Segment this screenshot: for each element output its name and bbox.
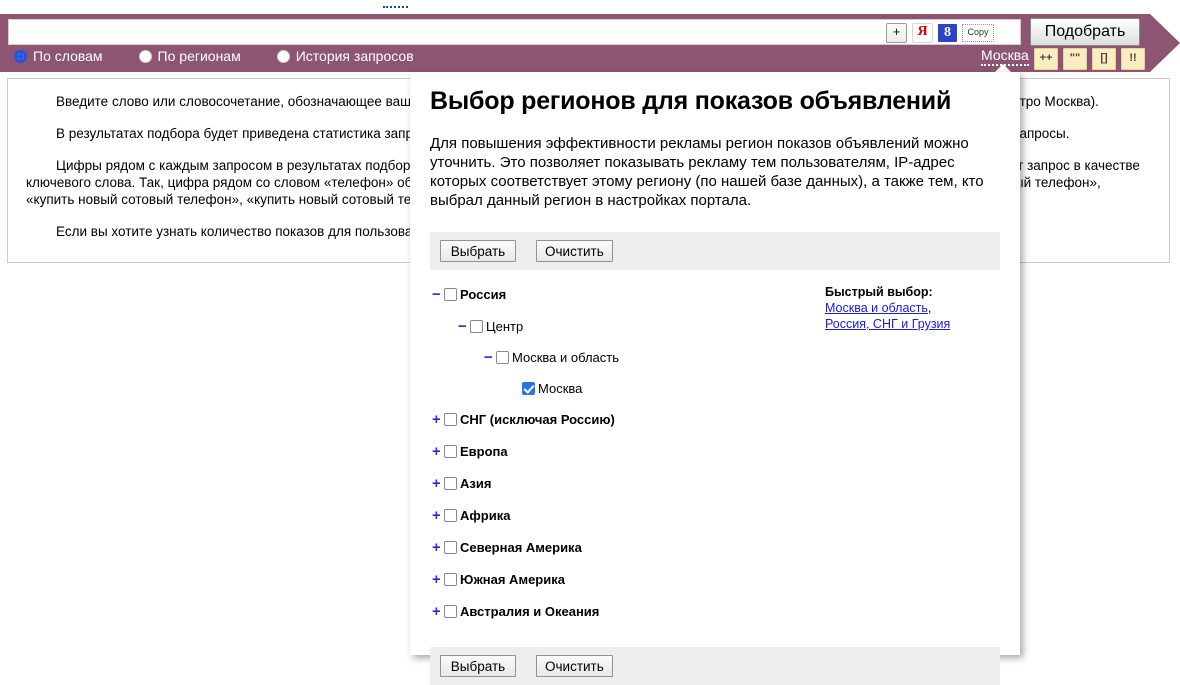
expand-toggle-icon[interactable]: +: [432, 572, 444, 587]
radio-icon[interactable]: [276, 49, 290, 63]
header-bar-arrow: [1150, 14, 1180, 72]
quick-select-line-2: Россия, СНГ и Грузия: [825, 316, 1015, 332]
tree-node-asia[interactable]: + Азия: [430, 473, 1000, 494]
dialog-title: Выбор регионов для показов объявлений: [430, 87, 952, 115]
tree-node-label: Центр: [486, 319, 524, 334]
clear-button-bottom[interactable]: Очистить: [536, 655, 613, 677]
radio-option-by-words[interactable]: По словам: [14, 48, 103, 64]
dialog-action-bar-bottom: Выбрать Очистить: [430, 647, 1000, 685]
radio-option-by-regions[interactable]: По регионам: [138, 48, 241, 64]
select-button-bottom[interactable]: Выбрать: [440, 655, 516, 677]
google-icon[interactable]: 8: [938, 24, 957, 42]
radio-icon-selected[interactable]: [14, 49, 27, 63]
tree-node-label: Москва и область: [512, 350, 620, 365]
brackets-operator-button[interactable]: []: [1092, 48, 1116, 70]
tree-node-label: Северная Америка: [460, 540, 582, 555]
radio-option-query-history[interactable]: История запросов: [276, 48, 414, 64]
search-mode-radio-group: По словам По регионам История запросов: [14, 48, 414, 64]
checkbox[interactable]: [444, 413, 457, 426]
query-operators-group: ++ "" [] !!: [1034, 48, 1145, 70]
checkbox[interactable]: [444, 541, 457, 554]
collapse-toggle-icon[interactable]: −: [458, 319, 470, 334]
checkbox[interactable]: [444, 477, 457, 490]
region-tree: − Россия − Центр − Москва и область Моск…: [430, 270, 1000, 645]
tree-node-label: Азия: [460, 476, 492, 491]
select-button-top[interactable]: Выбрать: [440, 240, 516, 262]
quick-select-separator: ,: [927, 301, 932, 315]
tree-node-label: Южная Америка: [460, 572, 565, 587]
tree-node-label: Россия: [460, 287, 507, 302]
quick-select-block: Быстрый выбор: Москва и область, Россия,…: [825, 284, 1015, 332]
tree-node-europe[interactable]: + Европа: [430, 441, 1000, 462]
tree-node-south-america[interactable]: + Южная Америка: [430, 569, 1000, 590]
tree-node-label: Европа: [460, 444, 508, 459]
expand-toggle-icon[interactable]: +: [432, 508, 444, 523]
input-tools-group: + Я 8 Copy: [886, 23, 994, 43]
tree-node-africa[interactable]: + Африка: [430, 505, 1000, 526]
checkbox[interactable]: [444, 573, 457, 586]
search-input[interactable]: [8, 19, 1021, 45]
submit-button[interactable]: Подобрать: [1030, 18, 1140, 46]
tree-node-moscow[interactable]: Москва: [430, 378, 1000, 399]
expand-toggle-icon[interactable]: +: [432, 412, 444, 427]
tree-node-label: Австралия и Океания: [460, 604, 600, 619]
checkbox-checked[interactable]: [522, 382, 535, 395]
checkbox[interactable]: [470, 320, 483, 333]
tree-node-north-america[interactable]: + Северная Америка: [430, 537, 1000, 558]
region-selection-dialog: Выбор регионов для показов объявлений Дл…: [410, 72, 1020, 685]
radio-label: По регионам: [157, 48, 241, 64]
collapse-toggle-icon[interactable]: −: [432, 287, 444, 302]
quick-select-line-1: Москва и область,: [825, 300, 1015, 316]
cut-off-dotted-link: [383, 0, 408, 8]
collapse-toggle-icon[interactable]: −: [484, 350, 496, 365]
expand-toggle-icon[interactable]: +: [432, 444, 444, 459]
quick-select-link-moscow-region[interactable]: Москва и область: [825, 301, 928, 315]
quotes-operator-button[interactable]: "": [1063, 48, 1087, 70]
tree-node-label: Москва: [538, 381, 583, 396]
tree-node-label: СНГ (исключая Россию): [460, 412, 615, 427]
yandex-icon[interactable]: Я: [912, 23, 933, 43]
add-icon[interactable]: +: [886, 23, 907, 43]
tree-node-australia-oceania[interactable]: + Австралия и Океания: [430, 601, 1000, 622]
checkbox[interactable]: [444, 445, 457, 458]
quick-select-title: Быстрый выбор:: [825, 285, 933, 299]
radio-label: История запросов: [295, 48, 414, 64]
checkbox[interactable]: [496, 351, 509, 364]
tree-node-label: Африка: [460, 508, 511, 523]
radio-icon[interactable]: [138, 49, 152, 63]
checkbox[interactable]: [444, 288, 457, 301]
quick-select-link-russia-cis-georgia[interactable]: Россия, СНГ и Грузия: [825, 317, 950, 331]
expand-toggle-icon[interactable]: +: [432, 476, 444, 491]
dialog-action-bar-top: Выбрать Очистить: [430, 232, 1000, 270]
checkbox[interactable]: [444, 509, 457, 522]
clear-button-top[interactable]: Очистить: [536, 240, 613, 262]
tree-node-moscow-and-region[interactable]: − Москва и область: [430, 347, 1000, 368]
plus-plus-operator-button[interactable]: ++: [1034, 48, 1058, 70]
radio-label: По словам: [33, 48, 103, 64]
copy-icon[interactable]: Copy: [962, 24, 994, 42]
dialog-description: Для повышения эффективности рекламы реги…: [430, 135, 984, 209]
expand-toggle-icon[interactable]: +: [432, 604, 444, 619]
tree-node-cis[interactable]: + СНГ (исключая Россию): [430, 409, 1000, 430]
exclamation-operator-button[interactable]: !!: [1121, 48, 1145, 70]
expand-toggle-icon[interactable]: +: [432, 540, 444, 555]
checkbox[interactable]: [444, 605, 457, 618]
